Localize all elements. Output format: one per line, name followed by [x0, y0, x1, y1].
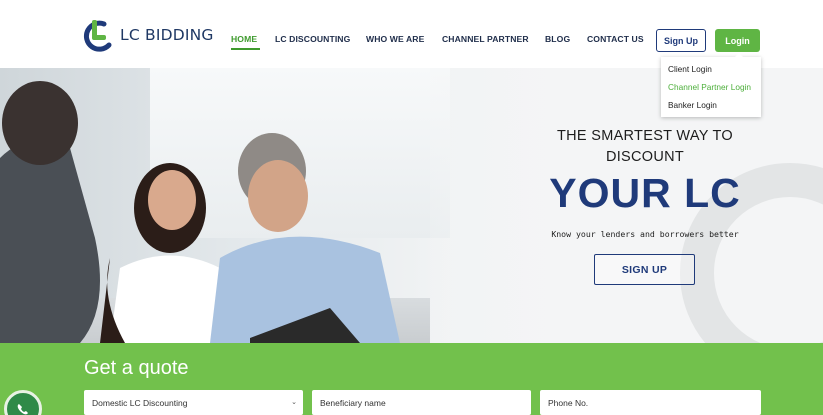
- lc-logo-icon: [84, 20, 112, 52]
- nav-active-underline: [231, 48, 260, 50]
- login-dropdown-menu: Client Login Channel Partner Login Banke…: [661, 57, 761, 117]
- menu-item-client-login[interactable]: Client Login: [668, 64, 712, 74]
- nav-blog[interactable]: BLOG: [545, 34, 570, 44]
- login-button[interactable]: Login: [715, 29, 760, 52]
- beneficiary-name-placeholder: Beneficiary name: [320, 397, 386, 408]
- nav-channel-partner[interactable]: CHANNEL PARTNER: [442, 34, 529, 44]
- quote-title: Get a quote: [84, 357, 189, 379]
- phone-number-placeholder: Phone No.: [548, 397, 589, 408]
- hero-heading-line2: DISCOUNT: [605, 149, 685, 165]
- nav-who-we-are[interactable]: WHO WE ARE: [366, 34, 424, 44]
- hero-signup-button[interactable]: SIGN UP: [594, 254, 695, 285]
- lc-type-select-value: Domestic LC Discounting: [92, 397, 188, 408]
- lc-type-select[interactable]: Domestic LC Discounting ⌄: [84, 390, 303, 415]
- nav-contact-us[interactable]: CONTACT US: [587, 34, 644, 44]
- nav-lc-discounting[interactable]: LC DISCOUNTING: [275, 34, 350, 44]
- phone-number-input[interactable]: Phone No.: [540, 390, 761, 415]
- chevron-down-icon: ⌄: [291, 399, 297, 406]
- signup-button[interactable]: Sign Up: [656, 29, 706, 52]
- beneficiary-name-input[interactable]: Beneficiary name: [312, 390, 531, 415]
- dropdown-caret: [734, 53, 744, 58]
- hero-tagline: Know your lenders and borrowers better: [551, 229, 739, 239]
- decorative-c-cut: [760, 218, 823, 328]
- brand-name: LC BIDDING: [120, 26, 214, 44]
- menu-item-channel-partner-login[interactable]: Channel Partner Login: [668, 82, 751, 92]
- hero-heading-line1: THE SMARTEST WAY TO: [557, 128, 733, 144]
- hero-heading-big: YOUR LC: [549, 170, 741, 216]
- whatsapp-icon: [17, 404, 28, 415]
- menu-item-banker-login[interactable]: Banker Login: [668, 100, 717, 110]
- hero-people-image: [0, 81, 400, 343]
- logo[interactable]: LC BIDDING: [82, 18, 214, 52]
- nav-home[interactable]: HOME: [231, 34, 257, 44]
